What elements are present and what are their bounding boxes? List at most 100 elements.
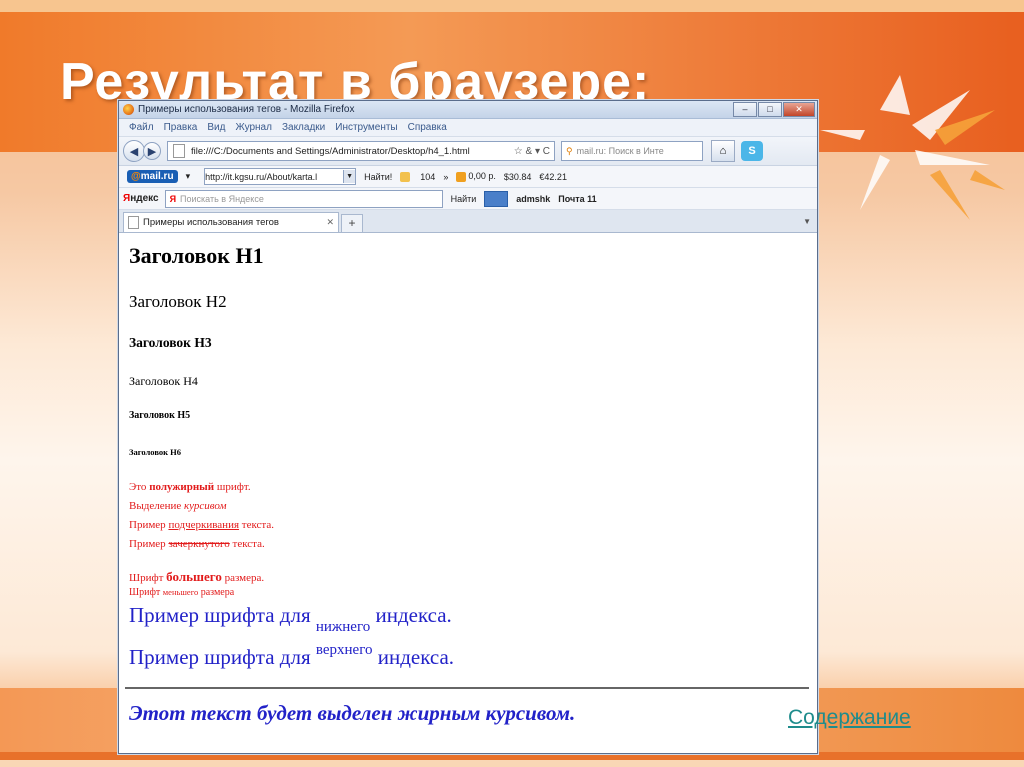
yandex-toolbar: Яндекс Я Поискать в Яндексе Найти admshk… bbox=[119, 188, 817, 210]
menu-item-history[interactable]: Журнал bbox=[235, 122, 272, 133]
underline-line: Пример подчеркивания текста. bbox=[129, 519, 274, 531]
mailru-url-field[interactable]: http://it.kgsu.ru/About/karta.l ▼ bbox=[204, 168, 357, 185]
italic-line-pre: Выделение bbox=[129, 500, 184, 512]
slide-footer-stripe-light bbox=[0, 760, 1024, 767]
bold-line: Это полужирный шрифт. bbox=[129, 481, 251, 493]
tab-bar: Примеры использования тегов ✕ + ▼ bbox=[119, 210, 817, 233]
bold-line-post: шрифт. bbox=[214, 481, 251, 493]
underline-word: подчеркивания bbox=[168, 519, 240, 531]
superscript-line: Пример шрифта для верхнего индекса. bbox=[129, 642, 455, 670]
sup-line-pre: Пример шрифта для bbox=[129, 645, 316, 669]
forward-button[interactable]: ▶ bbox=[143, 142, 161, 160]
heading-h5: Заголовок H5 bbox=[129, 410, 191, 421]
small-line: Шрифт меньшего размера bbox=[129, 587, 234, 598]
mailru-logo-at: @ bbox=[131, 171, 141, 182]
strike-line: Пример зачеркнутого текста. bbox=[129, 538, 265, 550]
big-line-pre: Шрифт bbox=[129, 572, 167, 584]
heading-h4: Заголовок H4 bbox=[129, 374, 198, 388]
heading-h1: Заголовок H1 bbox=[129, 243, 264, 268]
maximize-icon[interactable]: □ bbox=[758, 102, 782, 117]
more-icon[interactable]: » bbox=[443, 172, 448, 182]
yandex-logo[interactable]: Яндекс bbox=[123, 193, 159, 204]
minimize-icon[interactable]: – bbox=[733, 102, 757, 117]
sup-line-post: индекса. bbox=[372, 645, 455, 669]
window-title: Примеры использования тегов - Mozilla Fi… bbox=[138, 104, 355, 115]
usd-rate[interactable]: $30.84 bbox=[504, 172, 532, 182]
eur-value: 42.21 bbox=[544, 171, 567, 182]
mail-count[interactable]: 104 bbox=[420, 172, 435, 182]
yandex-mail[interactable]: Почта 11 bbox=[558, 194, 596, 204]
usd-value: 30.84 bbox=[508, 171, 532, 182]
bold-italic-line: Этот текст будет выделен жирным курсивом… bbox=[129, 701, 576, 725]
eur-rate[interactable]: €42.21 bbox=[539, 172, 567, 182]
new-tab-button[interactable]: + bbox=[341, 214, 363, 232]
italic-word: курсивом bbox=[183, 500, 227, 512]
menu-item-view[interactable]: Вид bbox=[207, 122, 225, 133]
mailru-find-button[interactable]: Найти! bbox=[364, 172, 392, 182]
yandex-user[interactable]: admshk bbox=[516, 194, 550, 204]
tab-label: Примеры использования тегов bbox=[143, 217, 279, 228]
menu-item-bookmarks[interactable]: Закладки bbox=[282, 122, 325, 133]
slide-header-stripe bbox=[0, 0, 1024, 12]
chevron-down-icon[interactable]: ▼ bbox=[343, 170, 356, 183]
dropdown-icon[interactable]: ▾ bbox=[186, 171, 191, 182]
search-icon: ⚲ bbox=[566, 145, 573, 156]
yandex-logo-rest: ндекс bbox=[130, 193, 159, 204]
heading-h2: Заголовок H2 bbox=[129, 292, 227, 311]
underline-line-pre: Пример bbox=[129, 519, 169, 531]
bold-word: полужирный bbox=[149, 481, 215, 493]
close-icon[interactable]: ✕ bbox=[783, 102, 815, 117]
mailru-logo-text: mail.ru bbox=[140, 171, 174, 182]
menu-item-tools[interactable]: Инструменты bbox=[335, 122, 397, 133]
yandex-search-placeholder: Поискать в Яндексе bbox=[180, 193, 264, 204]
small-line-pre: Шрифт bbox=[129, 587, 163, 598]
horizontal-rule bbox=[125, 687, 809, 689]
tab-active[interactable]: Примеры использования тегов ✕ bbox=[123, 212, 339, 232]
url-actions[interactable]: ☆ & ▾ C bbox=[514, 146, 550, 157]
mail-icon[interactable] bbox=[400, 171, 412, 182]
subscript-line: Пример шрифта для нижнего индекса. bbox=[129, 603, 452, 635]
sub-line-pre: Пример шрифта для bbox=[129, 603, 316, 627]
mailru-toolbar: @mail.ru ▾ http://it.kgsu.ru/About/karta… bbox=[119, 166, 817, 188]
contents-link[interactable]: Содержание bbox=[788, 706, 911, 730]
big-word: большего bbox=[166, 569, 222, 584]
bold-line-pre: Это bbox=[129, 481, 150, 493]
skype-icon[interactable]: S bbox=[741, 141, 763, 161]
money-balance[interactable]: 0,00 р. bbox=[456, 171, 496, 182]
tab-close-icon[interactable]: ✕ bbox=[326, 217, 334, 228]
heading-h3: Заголовок H3 bbox=[129, 335, 212, 350]
home-button[interactable]: ⌂ bbox=[711, 140, 735, 162]
mailru-logo[interactable]: @mail.ru bbox=[127, 170, 178, 183]
firefox-logo-icon bbox=[123, 104, 134, 115]
url-text[interactable]: file:///C:/Documents and Settings/Admini… bbox=[191, 146, 514, 157]
superscript-word: верхнего bbox=[315, 642, 373, 658]
mailru-url-text: http://it.kgsu.ru/About/karta.l bbox=[205, 171, 318, 182]
menu-item-file[interactable]: Файл bbox=[129, 122, 154, 133]
strike-line-post: текста. bbox=[229, 538, 265, 550]
address-bar[interactable]: file:///C:/Documents and Settings/Admini… bbox=[167, 141, 555, 161]
strike-word: зачеркнутого bbox=[168, 538, 230, 550]
browser-window: Примеры использования тегов - Mozilla Fi… bbox=[118, 100, 818, 754]
italic-line: Выделение курсивом bbox=[129, 500, 226, 512]
window-controls: – □ ✕ bbox=[732, 102, 815, 117]
decorative-star-icon bbox=[820, 75, 1005, 220]
tab-list-icon[interactable]: ▼ bbox=[803, 217, 811, 226]
yandex-find-button[interactable]: Найти bbox=[451, 194, 477, 204]
navigation-bar: ◀ ▶ file:///C:/Documents and Settings/Ad… bbox=[119, 137, 817, 166]
yandex-search-input[interactable]: Я Поискать в Яндексе bbox=[164, 189, 443, 208]
page-icon bbox=[173, 144, 185, 158]
menu-item-edit[interactable]: Правка bbox=[164, 122, 198, 133]
back-button[interactable]: ◀ bbox=[123, 140, 145, 162]
search-input[interactable]: ⚲ mail.ru: Поиск в Инте bbox=[561, 141, 703, 161]
small-line-post: размера bbox=[198, 587, 235, 598]
menu-bar: Файл Правка Вид Журнал Закладки Инструме… bbox=[119, 119, 817, 137]
strike-line-pre: Пример bbox=[129, 538, 169, 550]
menu-item-help[interactable]: Справка bbox=[408, 122, 447, 133]
translate-icon[interactable] bbox=[484, 190, 509, 207]
page-icon bbox=[128, 216, 139, 229]
underline-line-post: текста. bbox=[239, 519, 274, 531]
money-value: 0,00 р. bbox=[468, 171, 496, 182]
small-word: меньшего bbox=[162, 587, 199, 597]
browser-title-bar: Примеры использования тегов - Mozilla Fi… bbox=[119, 101, 817, 119]
big-line: Шрифт большего размера. bbox=[129, 569, 264, 585]
